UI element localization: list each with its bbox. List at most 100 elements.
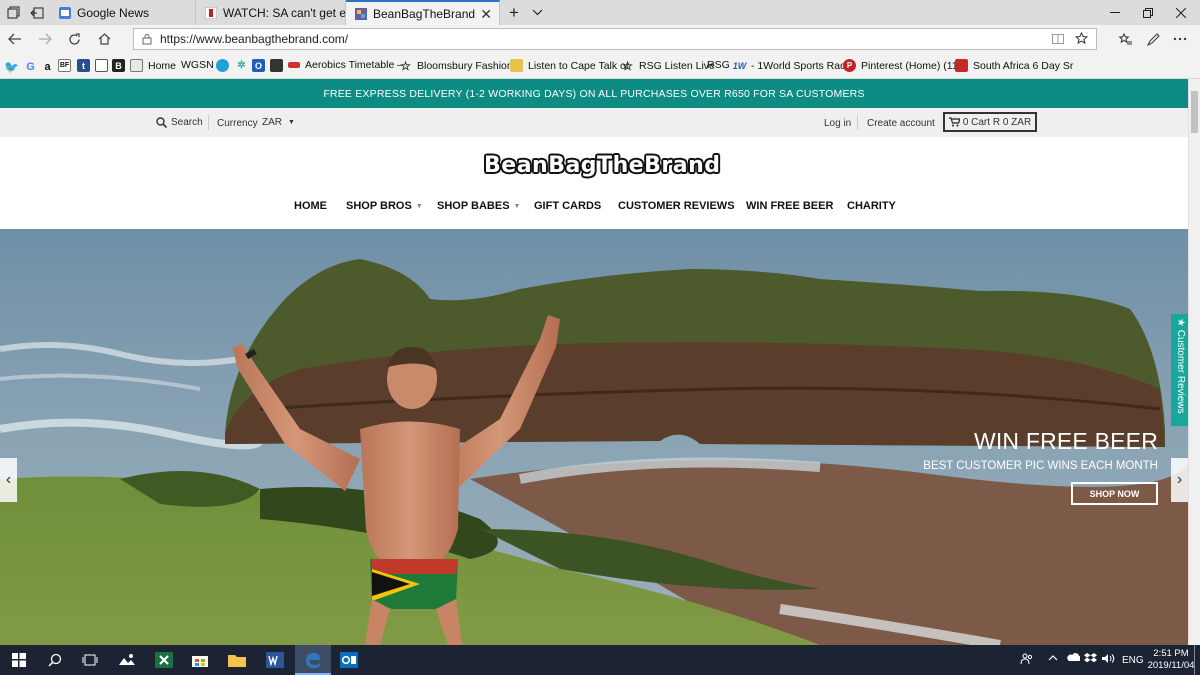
cart-button[interactable]: 0 Cart R 0 ZAR [943,112,1037,132]
tab-watch-sa[interactable]: WATCH: SA can't get enoug [196,0,346,25]
favorite-aerobics[interactable]: Aerobics Timetable – [288,59,403,71]
forward-icon[interactable] [35,29,55,49]
show-desktop-button[interactable] [1194,645,1195,675]
nav-home[interactable]: HOME [294,200,327,212]
browser-nav-bar: https://www.beanbagthebrand.com/ [0,25,1200,53]
favorite-south-africa[interactable]: South Africa 6 Day Sr [955,59,1073,72]
cape-talk-icon [510,59,523,72]
show-hidden-icons-icon[interactable] [1048,653,1058,664]
favorite-star-icon[interactable] [1075,32,1088,45]
slide-prev-button[interactable]: ‹ [0,458,17,502]
google-icon[interactable]: G [24,60,37,73]
windows-start-icon[interactable] [8,649,30,671]
hero-subtitle: BEST CUSTOMER PIC WINS EACH MONTH [923,460,1158,472]
nav-label: SHOP BROS [346,200,412,212]
login-link[interactable]: Log in [824,118,851,129]
currency-label: Currency [217,118,258,129]
favorite-label: South Africa 6 Day Sr [973,59,1074,72]
hero-title: WIN FREE BEER [973,428,1158,454]
clock-time: 2:51 PM [1153,648,1189,659]
nav-charity[interactable]: CHARITY [847,200,896,212]
more-icon[interactable] [1170,29,1190,49]
scrollbar-thumb[interactable] [1191,91,1198,133]
people-icon[interactable] [1020,653,1034,668]
photos-app-icon[interactable] [116,649,138,671]
clock-date: 2019/11/04 [1147,660,1195,671]
favorite-wgsn[interactable]: WGSN [181,59,214,71]
nav-gift-cards[interactable]: GIFT CARDS [534,200,601,212]
favorite-bloomsbury[interactable]: ☆ Bloomsbury Fashion ( [399,58,519,73]
customer-reviews-tab[interactable]: ★ Customer Reviews [1171,314,1188,426]
home-icon[interactable] [94,29,114,49]
chevron-down-icon[interactable] [528,4,546,21]
site-header: BeanBagTheBrand HOME SHOP BROS ▼ SHOP BAB… [0,137,1188,229]
slide-next-button[interactable]: › [1171,458,1188,502]
tab-label: WATCH: SA can't get enoug [223,5,345,20]
announcement-text: FREE EXPRESS DELIVERY (1-2 WORKING DAYS)… [323,87,865,100]
1world-icon: 1W [732,60,747,71]
nav-win-free-beer[interactable]: WIN FREE BEER [746,200,833,212]
favorite-pinterest[interactable]: P Pinterest (Home) (119 [843,59,964,72]
search-icon[interactable] [44,649,66,671]
favorite-rsg-live[interactable]: ☆ RSG Listen Live [621,59,715,73]
favorite-label: RSG [707,59,730,71]
nav-shop-bros[interactable]: SHOP BROS ▼ [346,200,423,212]
create-account-link[interactable]: Create account [867,118,935,129]
chevron-right-icon: › [1176,471,1183,488]
tumblr-icon[interactable]: t [77,59,90,72]
new-tab-icon[interactable]: + [505,3,523,22]
mail-icon[interactable] [95,59,108,72]
tab-label: Google News [77,5,150,20]
favorite-rsg[interactable]: RSG [707,59,730,71]
onedrive-icon[interactable] [1066,653,1082,665]
bloomberg-icon[interactable]: B [112,59,125,72]
language-indicator[interactable]: ENG [1122,655,1144,666]
clock[interactable]: 2:51 PM 2019/11/04 [1146,648,1196,672]
outlook-taskbar-icon[interactable] [338,649,360,671]
store-icon[interactable] [189,649,211,671]
currency-select[interactable]: ZAR ▼ [262,117,295,128]
dots-icon[interactable]: ✲ [235,59,248,72]
tab-google-news[interactable]: Google News [50,0,196,25]
shop-now-button[interactable]: SHOP NOW [1071,482,1158,505]
excel-icon[interactable] [153,649,175,671]
reading-view-icon[interactable] [1052,33,1064,45]
dropbox-icon[interactable] [1084,653,1097,667]
favorite-home[interactable]: Home [130,59,176,72]
tab-beanbagthebrand[interactable]: BeanBagTheBrand ✕ [346,0,500,25]
buzzfeed-icon[interactable]: BF [58,59,71,72]
url-text: https://www.beanbagthebrand.com/ [160,32,349,46]
home-page-icon [130,59,143,72]
volume-icon[interactable] [1101,653,1115,667]
star-icon: ☆ [400,58,411,73]
share-circle-icon[interactable] [216,59,229,72]
notes-icon[interactable] [1143,29,1163,49]
close-window-icon[interactable] [1158,0,1200,25]
favorites-hub-icon[interactable] [1115,29,1135,49]
site-search[interactable]: Search [156,117,203,128]
back-icon[interactable] [5,29,25,49]
file-explorer-icon[interactable] [226,649,248,671]
edge-icon[interactable] [302,649,324,671]
divider [857,115,858,130]
address-bar[interactable]: https://www.beanbagthebrand.com/ [133,28,1097,50]
twitter-icon[interactable]: 🐦 [4,60,19,74]
nav-customer-reviews[interactable]: CUSTOMER REVIEWS [618,200,735,212]
set-tabs-aside-icon[interactable] [28,4,46,21]
cart-label: 0 Cart R 0 ZAR [962,116,1032,128]
favorite-1world[interactable]: 1W - 1World Sports Radio [733,59,854,72]
news24-icon[interactable] [270,59,283,72]
tab-actions-icon[interactable] [4,4,22,21]
amazon-icon[interactable]: a [41,60,54,73]
task-view-icon[interactable] [79,649,101,671]
word-icon[interactable] [264,649,286,671]
close-tab-icon[interactable]: ✕ [480,6,492,23]
refresh-icon[interactable] [64,29,84,49]
page-scrollbar[interactable] [1188,79,1200,645]
site-utility-bar: Search Currency ZAR ▼ Log in Create acco… [0,108,1188,137]
site-logo[interactable]: BeanBagTheBrand [484,153,721,178]
outlook-icon[interactable]: O [252,59,265,72]
nav-shop-babes[interactable]: SHOP BABES ▼ [437,200,520,212]
favorite-label: Pinterest (Home) (119 [861,59,964,72]
favorite-cape-talk[interactable]: Listen to Cape Talk or [510,59,629,72]
